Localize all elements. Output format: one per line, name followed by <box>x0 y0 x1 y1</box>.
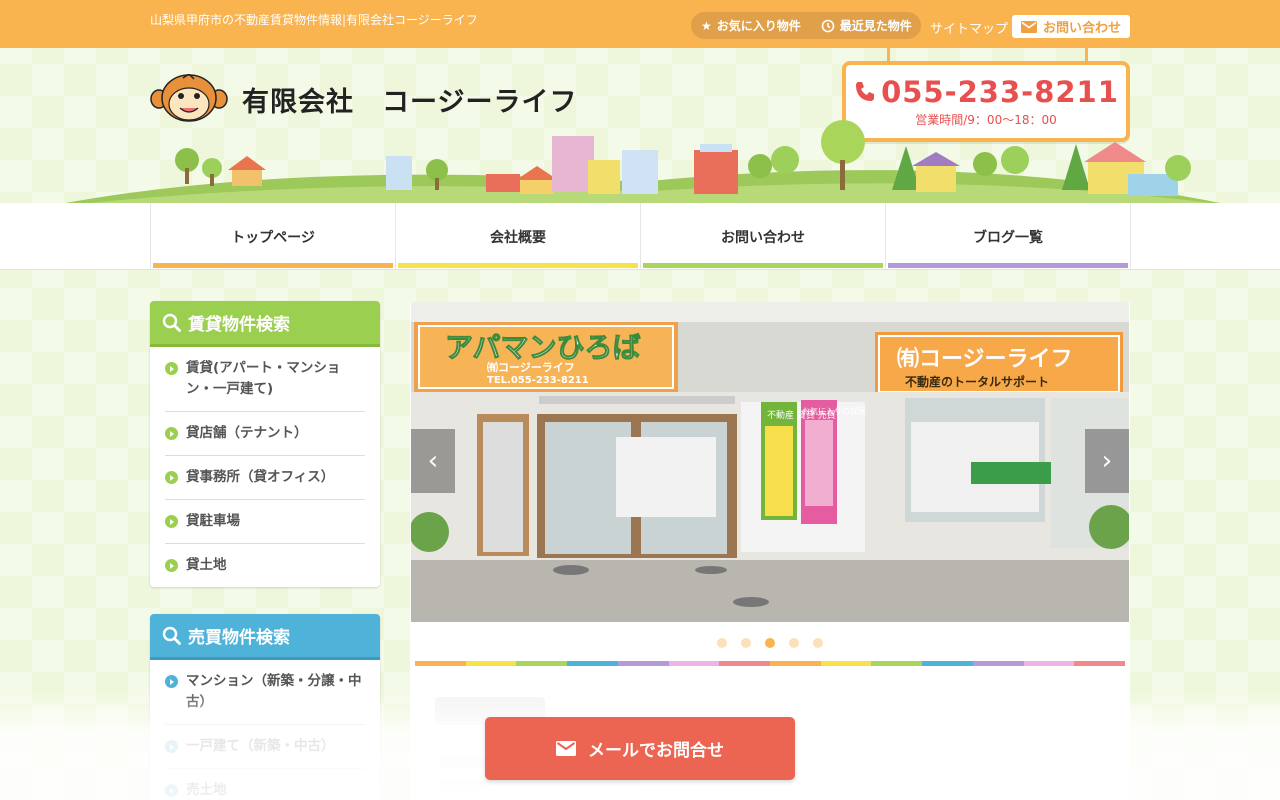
slider-next-button[interactable]: › <box>1085 429 1129 493</box>
sign-left-sub: ㈲コージーライフ <box>487 360 575 374</box>
sign-right-text: ㈲コージーライフ <box>897 347 1073 372</box>
stripe-segment <box>516 661 568 666</box>
sidebar-item-rental-parking[interactable]: 貸駐車場 <box>165 500 365 544</box>
user-links-pill: ★ お気に入り物件 最近見た物件 <box>691 12 921 39</box>
nav-item-contact[interactable]: お問い合わせ <box>641 203 886 270</box>
sidebar-item-sale-land[interactable]: 売土地 <box>165 769 365 800</box>
rainbow-stripe <box>415 661 1126 666</box>
chevron-right-icon <box>165 427 178 440</box>
slider-dot[interactable] <box>789 638 799 648</box>
phone-number: 055-233-8211 <box>881 75 1119 109</box>
mail-icon <box>556 741 576 756</box>
sign-right-sub: 不動産のトータルサポート <box>905 374 1049 389</box>
sitemap-link[interactable]: サイトマップ <box>930 18 1008 37</box>
contact-button[interactable]: お問い合わせ <box>1012 15 1130 38</box>
recent-link[interactable]: 最近見た物件 <box>821 17 912 34</box>
search-icon <box>162 313 181 332</box>
stripe-segment <box>820 661 872 666</box>
nav-color-bar <box>888 263 1128 268</box>
slider-dot[interactable] <box>741 638 751 648</box>
stripe-segment <box>922 661 973 666</box>
chevron-right-icon <box>165 740 178 753</box>
favorites-link[interactable]: ★ お気に入り物件 <box>701 17 801 34</box>
company-name: 有限会社 コージーライフ <box>242 86 578 118</box>
stripe-segment <box>668 661 720 666</box>
sale-search-header: 売買物件検索 <box>150 614 380 660</box>
sale-search-box: 売買物件検索 マンション（新築・分譲・中古） 一戸建て（新築・中古） 売土地 <box>150 614 380 800</box>
stripe-segment <box>567 661 618 666</box>
star-icon: ★ <box>701 18 712 33</box>
chevron-right-icon <box>165 471 178 484</box>
chevron-right-icon: › <box>1101 446 1113 476</box>
nav-item-blog[interactable]: ブログ一覧 <box>886 203 1131 270</box>
phone-icon <box>856 82 875 101</box>
search-icon <box>162 626 181 645</box>
chevron-right-icon <box>165 362 178 375</box>
townscape-illustration <box>60 120 1225 204</box>
stripe-segment <box>770 661 821 666</box>
sidebar-item-sale-condo[interactable]: マンション（新築・分譲・中古） <box>165 660 365 725</box>
nav-item-top[interactable]: トップページ <box>151 203 396 270</box>
history-icon <box>821 19 835 32</box>
monkey-mascot-icon <box>150 74 228 122</box>
rental-search-header: 賃貸物件検索 <box>150 301 380 347</box>
slider-dot[interactable] <box>765 638 775 648</box>
nav-color-bar <box>398 263 638 268</box>
nav-color-bar <box>643 263 883 268</box>
hero-slider[interactable]: アパマンひろば ㈲コージーライフ TEL.055-233-8211 ㈲コージーラ… <box>411 302 1129 622</box>
sign-left-tel: TEL.055-233-8211 <box>487 375 589 386</box>
chevron-left-icon: ‹ <box>427 446 439 476</box>
stripe-segment <box>972 661 1024 666</box>
sidebar-item-sale-house[interactable]: 一戸建て（新築・中古） <box>165 725 365 769</box>
mail-icon <box>1020 20 1037 33</box>
banner-text: お気に入りの部屋 <box>802 406 866 416</box>
sidebar-item-rental-office[interactable]: 貸事務所（貸オフィス） <box>165 456 365 500</box>
sidebar-item-rental-store[interactable]: 貸店舗（テナント） <box>165 412 365 456</box>
slider-prev-button[interactable]: ‹ <box>411 429 455 493</box>
stripe-segment <box>415 661 466 666</box>
nav-color-bar <box>153 263 393 268</box>
slider-dot[interactable] <box>813 638 823 648</box>
stripe-segment <box>719 661 771 666</box>
sign-left-text: アパマンひろば <box>445 331 640 364</box>
stripe-segment <box>465 661 517 666</box>
chevron-right-icon <box>165 515 178 528</box>
chevron-right-icon <box>165 675 178 688</box>
slider-dots <box>410 638 1130 648</box>
stripe-segment <box>617 661 669 666</box>
chevron-right-icon <box>165 559 178 572</box>
mail-contact-button[interactable]: メールでお問合せ <box>485 717 795 780</box>
stripe-segment <box>1074 661 1126 666</box>
rental-search-box: 賃貸物件検索 賃貸(アパート・マンション・一戸建て) 貸店舗（テナント） 貸事務… <box>150 301 380 587</box>
sidebar-item-rental-land[interactable]: 貸土地 <box>165 544 365 587</box>
chevron-right-icon <box>165 784 178 797</box>
company-logo[interactable]: 有限会社 コージーライフ <box>150 74 577 124</box>
stripe-segment <box>1023 661 1075 666</box>
storefront-photo: アパマンひろば ㈲コージーライフ TEL.055-233-8211 ㈲コージーラ… <box>411 302 1129 622</box>
text-placeholder <box>440 780 640 790</box>
stripe-segment <box>871 661 923 666</box>
nav-item-company[interactable]: 会社概要 <box>396 203 641 270</box>
site-tagline: 山梨県甲府市の不動産賃貸物件情報|有限会社コージーライフ <box>150 13 478 27</box>
slider-dot[interactable] <box>717 638 727 648</box>
global-nav: トップページ 会社概要 お問い合わせ ブログ一覧 <box>0 203 1280 270</box>
sidebar-item-rental-residential[interactable]: 賃貸(アパート・マンション・一戸建て) <box>165 347 365 412</box>
